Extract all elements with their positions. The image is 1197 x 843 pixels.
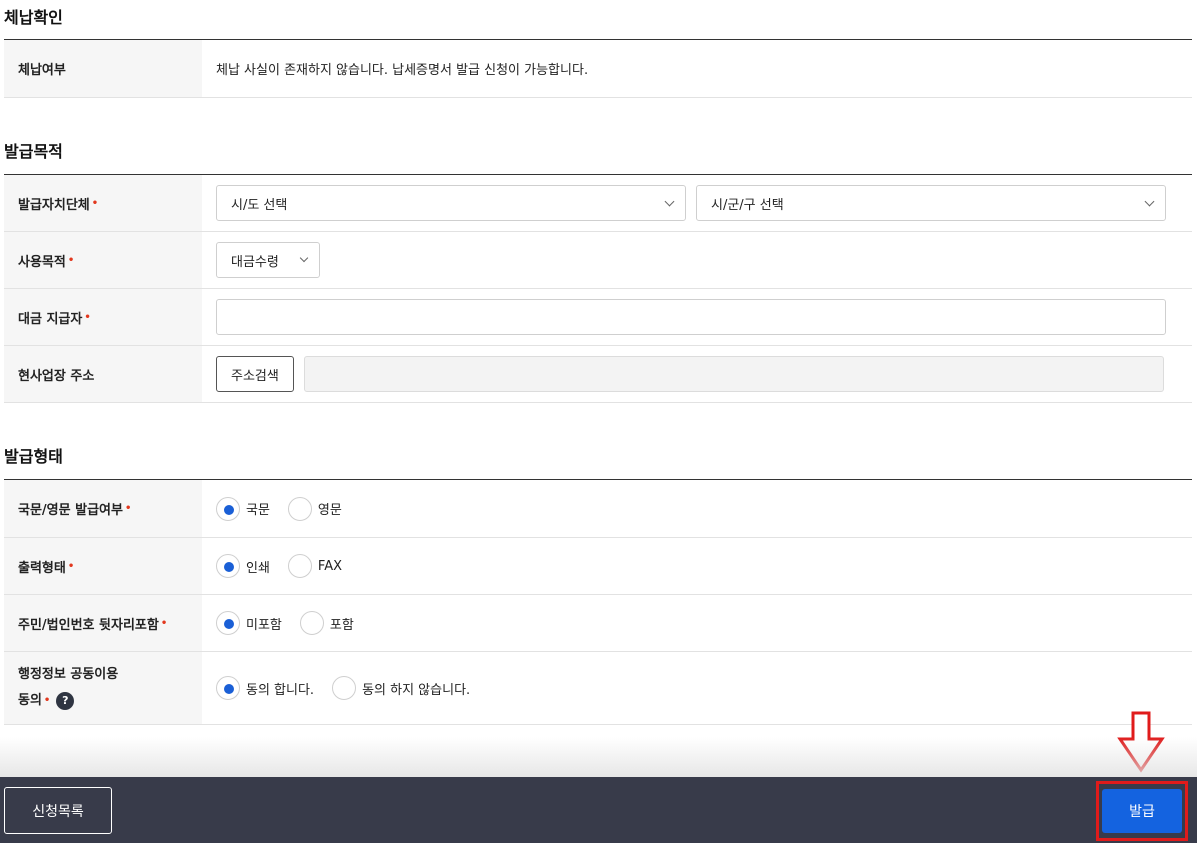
footer-bar: 신청목록 발급 xyxy=(0,777,1197,843)
usage-label: 사용목적 • xyxy=(4,232,202,288)
radio-exclude[interactable]: 미포함 xyxy=(216,611,282,635)
radio-checked-icon xyxy=(216,496,240,521)
radio-unchecked-icon xyxy=(299,611,324,635)
required-mark: • xyxy=(67,254,75,266)
help-icon[interactable]: ? xyxy=(56,692,75,710)
required-mark: • xyxy=(67,560,75,572)
required-mark: • xyxy=(91,197,99,209)
required-mark: • xyxy=(84,311,91,323)
chevron-down-icon xyxy=(1144,196,1155,206)
payer-row: 대금 지급자 • xyxy=(4,289,1192,346)
radio-fax[interactable]: FAX xyxy=(287,554,342,578)
issue-button-highlight: 발급 xyxy=(1096,781,1188,841)
sigungu-select[interactable]: 시/군/구 선택 xyxy=(696,185,1166,221)
output-row: 출력형태 • 인쇄 FAX xyxy=(4,538,1192,595)
consent-label: 행정정보 공동이용 동의 •? xyxy=(4,652,202,724)
usage-select-value: 대금수령 xyxy=(231,254,279,270)
section-title-purpose: 발급목적 xyxy=(4,142,63,161)
sido-select-value: 시/도 선택 xyxy=(231,197,288,213)
radio-unchecked-icon xyxy=(287,554,312,578)
required-mark: • xyxy=(43,695,51,706)
address-label: 현사업장 주소 xyxy=(4,346,202,402)
address-row: 현사업장 주소 주소검색 xyxy=(4,346,1192,403)
chevron-down-icon xyxy=(664,196,675,206)
delinquency-label: 체납여부 xyxy=(4,40,202,97)
application-list-button[interactable]: 신청목록 xyxy=(4,787,112,834)
required-mark: • xyxy=(160,617,168,629)
radio-unchecked-icon xyxy=(332,676,357,700)
radio-english[interactable]: 영문 xyxy=(287,496,342,521)
authority-label: 발급자치단체 • xyxy=(4,175,202,231)
section-title-delinquency: 체납확인 xyxy=(4,8,63,27)
radio-include[interactable]: 포함 xyxy=(299,611,354,635)
delinquency-table: 체납여부 체납 사실이 존재하지 않습니다. 납세증명서 발급 신청이 가능합니… xyxy=(4,39,1192,98)
chevron-down-icon xyxy=(299,253,309,263)
radio-consent-disagree[interactable]: 동의 하지 않습니다. xyxy=(332,676,470,700)
radio-unchecked-icon xyxy=(287,496,312,521)
section-title-format: 발급형태 xyxy=(4,447,63,466)
radio-korean[interactable]: 국문 xyxy=(216,496,270,521)
consent-row: 행정정보 공동이용 동의 •? 동의 합니다. 동의 하지 않습니다. xyxy=(4,652,1192,725)
sido-select[interactable]: 시/도 선택 xyxy=(216,185,686,221)
usage-row: 사용목적 • 대금수령 xyxy=(4,232,1192,289)
usage-select[interactable]: 대금수령 xyxy=(216,242,320,278)
language-row: 국문/영문 발급여부 • 국문 영문 xyxy=(4,480,1192,538)
issue-button[interactable]: 발급 xyxy=(1102,789,1182,833)
authority-row: 발급자치단체 • 시/도 선택 시/군/구 선택 xyxy=(4,175,1192,232)
delinquency-value: 체납 사실이 존재하지 않습니다. 납세증명서 발급 신청이 가능합니다. xyxy=(216,63,589,78)
required-mark: • xyxy=(124,503,132,514)
radio-print[interactable]: 인쇄 xyxy=(216,554,270,578)
purpose-table: 발급자치단체 • 시/도 선택 시/군/구 선택 사용목적 • 대금수령 대금 지급… xyxy=(4,174,1192,403)
resident-row: 주민/법인번호 뒷자리포함 • 미포함 포함 xyxy=(4,595,1192,652)
output-label: 출력형태 • xyxy=(4,538,202,594)
radio-checked-icon xyxy=(216,554,240,578)
payer-label: 대금 지급자 • xyxy=(4,289,202,345)
footer-fade xyxy=(0,737,1197,777)
radio-checked-icon xyxy=(216,676,240,700)
sigungu-select-value: 시/군/구 선택 xyxy=(711,197,784,213)
radio-consent-agree[interactable]: 동의 합니다. xyxy=(216,676,314,700)
address-input xyxy=(303,356,1164,392)
format-table: 국문/영문 발급여부 • 국문 영문 출력형태 • 인쇄 FAX 주민/법인번호 뒷… xyxy=(4,479,1192,725)
address-search-button[interactable]: 주소검색 xyxy=(216,356,294,392)
resident-label: 주민/법인번호 뒷자리포함 • xyxy=(4,595,202,651)
payer-input[interactable] xyxy=(216,299,1166,335)
radio-checked-icon xyxy=(216,611,240,635)
delinquency-row: 체납여부 체납 사실이 존재하지 않습니다. 납세증명서 발급 신청이 가능합니… xyxy=(4,40,1192,98)
language-label: 국문/영문 발급여부 • xyxy=(4,480,202,537)
